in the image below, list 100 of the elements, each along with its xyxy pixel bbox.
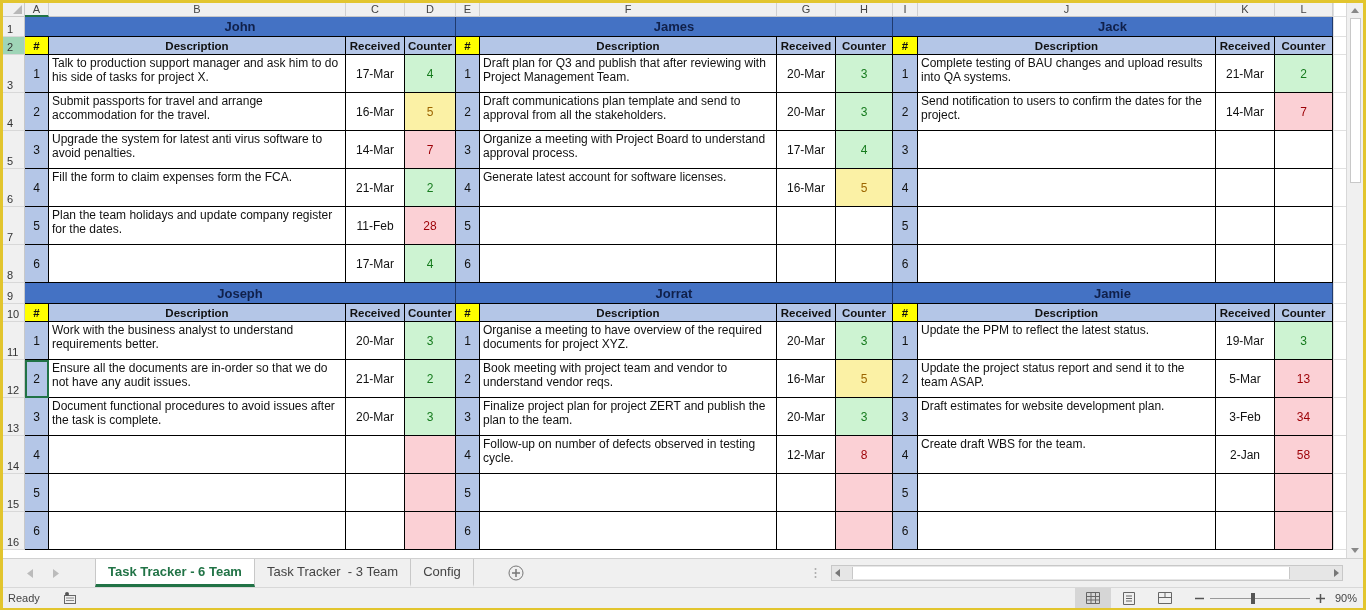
column-heading: Description xyxy=(480,304,777,322)
team-title: Jamie xyxy=(893,283,1333,304)
received-cell: 20-Mar xyxy=(777,322,836,360)
row-header[interactable]: 6 xyxy=(3,169,25,207)
add-sheet-icon[interactable] xyxy=(507,565,524,581)
received-cell: 21-Mar xyxy=(1216,55,1275,93)
column-header[interactable]: J xyxy=(918,3,1216,17)
row-header[interactable]: 3 xyxy=(3,55,25,93)
corner-cell[interactable] xyxy=(3,3,25,17)
received-cell: 16-Mar xyxy=(777,360,836,398)
counter-cell: 4 xyxy=(836,131,893,169)
task-number: 1 xyxy=(456,322,480,360)
column-header[interactable]: G xyxy=(777,3,836,17)
task-number: 1 xyxy=(893,322,918,360)
counter-cell: 8 xyxy=(836,436,893,474)
zoom-level[interactable]: 90% xyxy=(1334,592,1357,604)
row-header[interactable]: 7 xyxy=(3,207,25,245)
column-header[interactable]: C xyxy=(346,3,405,17)
counter-cell xyxy=(1275,207,1333,245)
scroll-right-icon[interactable] xyxy=(1334,569,1339,577)
task-number: 4 xyxy=(893,436,918,474)
received-cell: 20-Mar xyxy=(346,322,405,360)
more-icon[interactable] xyxy=(814,567,817,579)
row-header[interactable]: 10 xyxy=(3,304,25,322)
zoom-thumb[interactable] xyxy=(1250,592,1255,604)
description-cell: Update the PPM to reflect the latest status. xyxy=(918,322,1216,360)
column-heading: Received xyxy=(1216,304,1275,322)
horizontal-scrollbar[interactable] xyxy=(831,565,1343,581)
task-number: 6 xyxy=(893,512,918,550)
row-header[interactable]: 12 xyxy=(3,360,25,398)
column-heading: Received xyxy=(1216,37,1275,55)
counter-cell xyxy=(836,245,893,283)
counter-cell: 3 xyxy=(1275,322,1333,360)
row-header[interactable]: 11 xyxy=(3,322,25,360)
column-header[interactable]: I xyxy=(893,3,918,17)
counter-cell xyxy=(1275,245,1333,283)
task-number: 5 xyxy=(25,474,49,512)
received-cell: 5-Mar xyxy=(1216,360,1275,398)
column-header[interactable]: E xyxy=(456,3,480,17)
sheet-tab[interactable]: Task Tracker - 6 Team xyxy=(95,559,255,587)
counter-cell: 3 xyxy=(836,55,893,93)
row-header[interactable]: 13 xyxy=(3,398,25,436)
received-cell: 19-Mar xyxy=(1216,322,1275,360)
column-heading: Received xyxy=(777,37,836,55)
row-header[interactable]: 8 xyxy=(3,245,25,283)
column-header[interactable]: B xyxy=(49,3,346,17)
scroll-down-icon[interactable] xyxy=(1351,548,1359,553)
received-cell xyxy=(777,512,836,550)
scroll-up-icon[interactable] xyxy=(1351,8,1359,13)
row-header[interactable]: 9 xyxy=(3,283,25,304)
task-number: 4 xyxy=(456,169,480,207)
task-number: 5 xyxy=(893,207,918,245)
row-header[interactable]: 5 xyxy=(3,131,25,169)
macro-record-icon[interactable] xyxy=(63,592,76,604)
zoom-in-icon[interactable] xyxy=(1315,593,1325,603)
row-header[interactable]: 16 xyxy=(3,512,25,550)
description-cell: Finalize project plan for project ZERT and publish the plan to the team. xyxy=(480,398,777,436)
column-header[interactable]: F xyxy=(480,3,777,17)
counter-cell: 4 xyxy=(405,245,456,283)
scroll-left-icon[interactable] xyxy=(835,569,840,577)
received-cell: 20-Mar xyxy=(346,398,405,436)
column-header[interactable]: D xyxy=(405,3,456,17)
column-header[interactable]: L xyxy=(1275,3,1333,17)
task-number: 2 xyxy=(25,93,49,131)
received-cell: 3-Feb xyxy=(1216,398,1275,436)
row-header[interactable]: 14 xyxy=(3,436,25,474)
received-cell: 12-Mar xyxy=(777,436,836,474)
row-header[interactable]: 15 xyxy=(3,474,25,512)
received-cell: 20-Mar xyxy=(777,398,836,436)
column-heading: # xyxy=(893,37,918,55)
zoom-out-icon[interactable] xyxy=(1194,596,1204,600)
counter-cell: 5 xyxy=(836,360,893,398)
row-header[interactable]: 4 xyxy=(3,93,25,131)
counter-cell: 7 xyxy=(405,131,456,169)
counter-cell: 4 xyxy=(405,55,456,93)
description-cell: Generate latest account for software licenses. xyxy=(480,169,777,207)
received-cell: 21-Mar xyxy=(346,360,405,398)
column-heading: Counter xyxy=(405,304,456,322)
counter-cell: 5 xyxy=(405,93,456,131)
column-header[interactable]: H xyxy=(836,3,893,17)
task-number: 5 xyxy=(456,474,480,512)
task-number: 1 xyxy=(25,55,49,93)
scrollbar-thumb[interactable] xyxy=(1349,18,1361,183)
received-cell xyxy=(1216,512,1275,550)
received-cell: 20-Mar xyxy=(777,93,836,131)
row-header[interactable]: 2 xyxy=(3,37,25,55)
column-header[interactable]: A xyxy=(25,3,49,17)
task-number: 4 xyxy=(456,436,480,474)
team-title: Joseph xyxy=(25,283,456,304)
column-header[interactable]: K xyxy=(1216,3,1275,17)
column-heading: # xyxy=(456,37,480,55)
received-cell: 21-Mar xyxy=(346,169,405,207)
received-cell xyxy=(1216,474,1275,512)
page-break-icon xyxy=(1157,592,1172,604)
task-number: 6 xyxy=(25,245,49,283)
grid-view-icon xyxy=(1085,592,1100,604)
view-button[interactable] xyxy=(1074,588,1111,608)
row-header[interactable]: 1 xyxy=(3,17,25,37)
description-cell: Organise a meeting to have overview of the required documents for project XYZ. xyxy=(480,322,777,360)
counter-cell: 13 xyxy=(1275,360,1333,398)
